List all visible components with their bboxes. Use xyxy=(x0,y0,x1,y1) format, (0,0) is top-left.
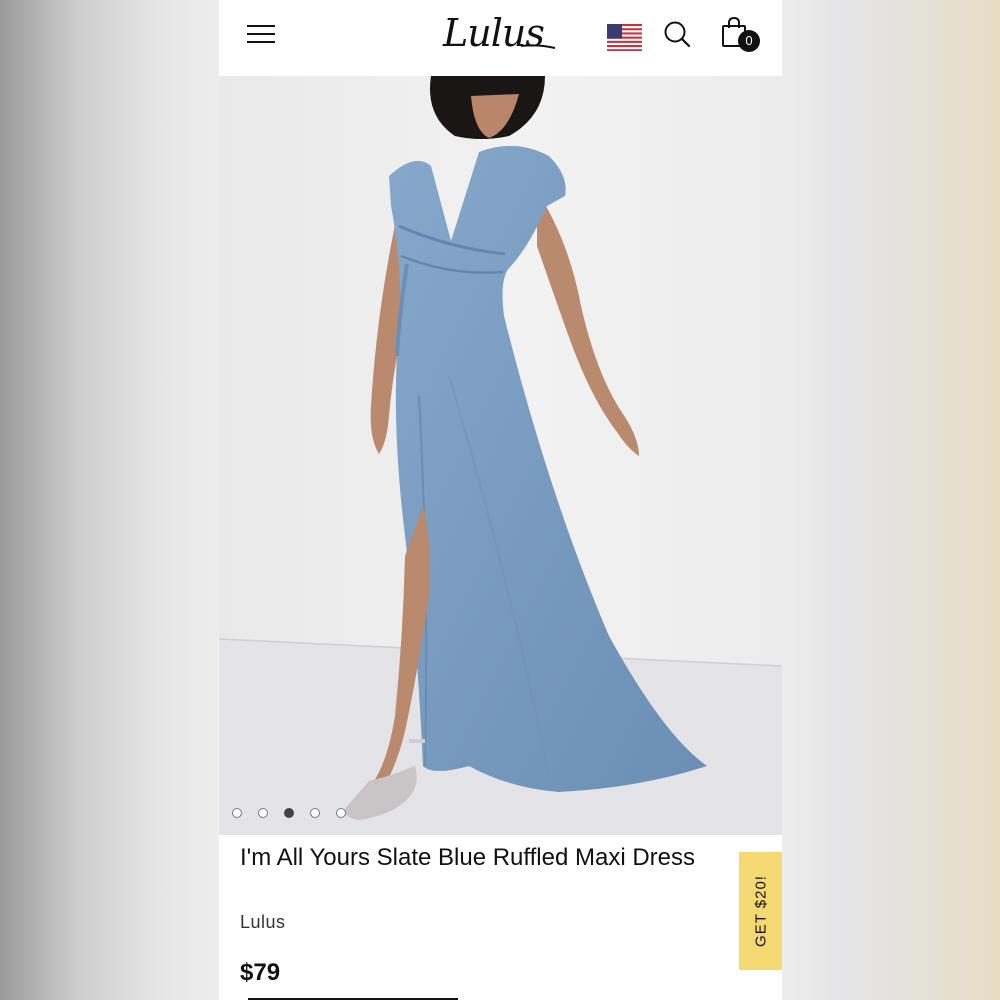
product-price: $79 xyxy=(240,959,281,986)
mobile-screen: Lulus 0 I'm All Yours Slate Blue Ruffled… xyxy=(219,0,782,1000)
product-image-carousel[interactable] xyxy=(219,76,782,835)
get-20-promo-tab[interactable]: GET $20! xyxy=(739,852,782,970)
lulus-logo[interactable]: Lulus xyxy=(443,8,555,58)
carousel-dot-3[interactable] xyxy=(284,808,294,818)
product-title: I'm All Yours Slate Blue Ruffled Maxi Dr… xyxy=(240,844,696,871)
hamburger-menu-icon[interactable] xyxy=(247,22,275,46)
product-brand-link[interactable]: Lulus xyxy=(240,912,286,933)
carousel-dot-5[interactable] xyxy=(336,808,346,818)
search-icon[interactable] xyxy=(663,20,691,48)
product-photo xyxy=(219,76,782,835)
carousel-dot-2[interactable] xyxy=(258,808,268,818)
product-info: I'm All Yours Slate Blue Ruffled Maxi Dr… xyxy=(219,835,782,1000)
cart-count-badge: 0 xyxy=(738,30,760,52)
shopping-bag-button[interactable]: 0 xyxy=(721,16,761,54)
carousel-dot-1[interactable] xyxy=(232,808,242,818)
promo-label: GET $20! xyxy=(752,875,769,947)
site-header: Lulus 0 xyxy=(219,0,782,76)
logo-underline-swash xyxy=(520,44,555,49)
us-flag-icon[interactable] xyxy=(607,24,642,51)
carousel-dot-4[interactable] xyxy=(310,808,320,818)
